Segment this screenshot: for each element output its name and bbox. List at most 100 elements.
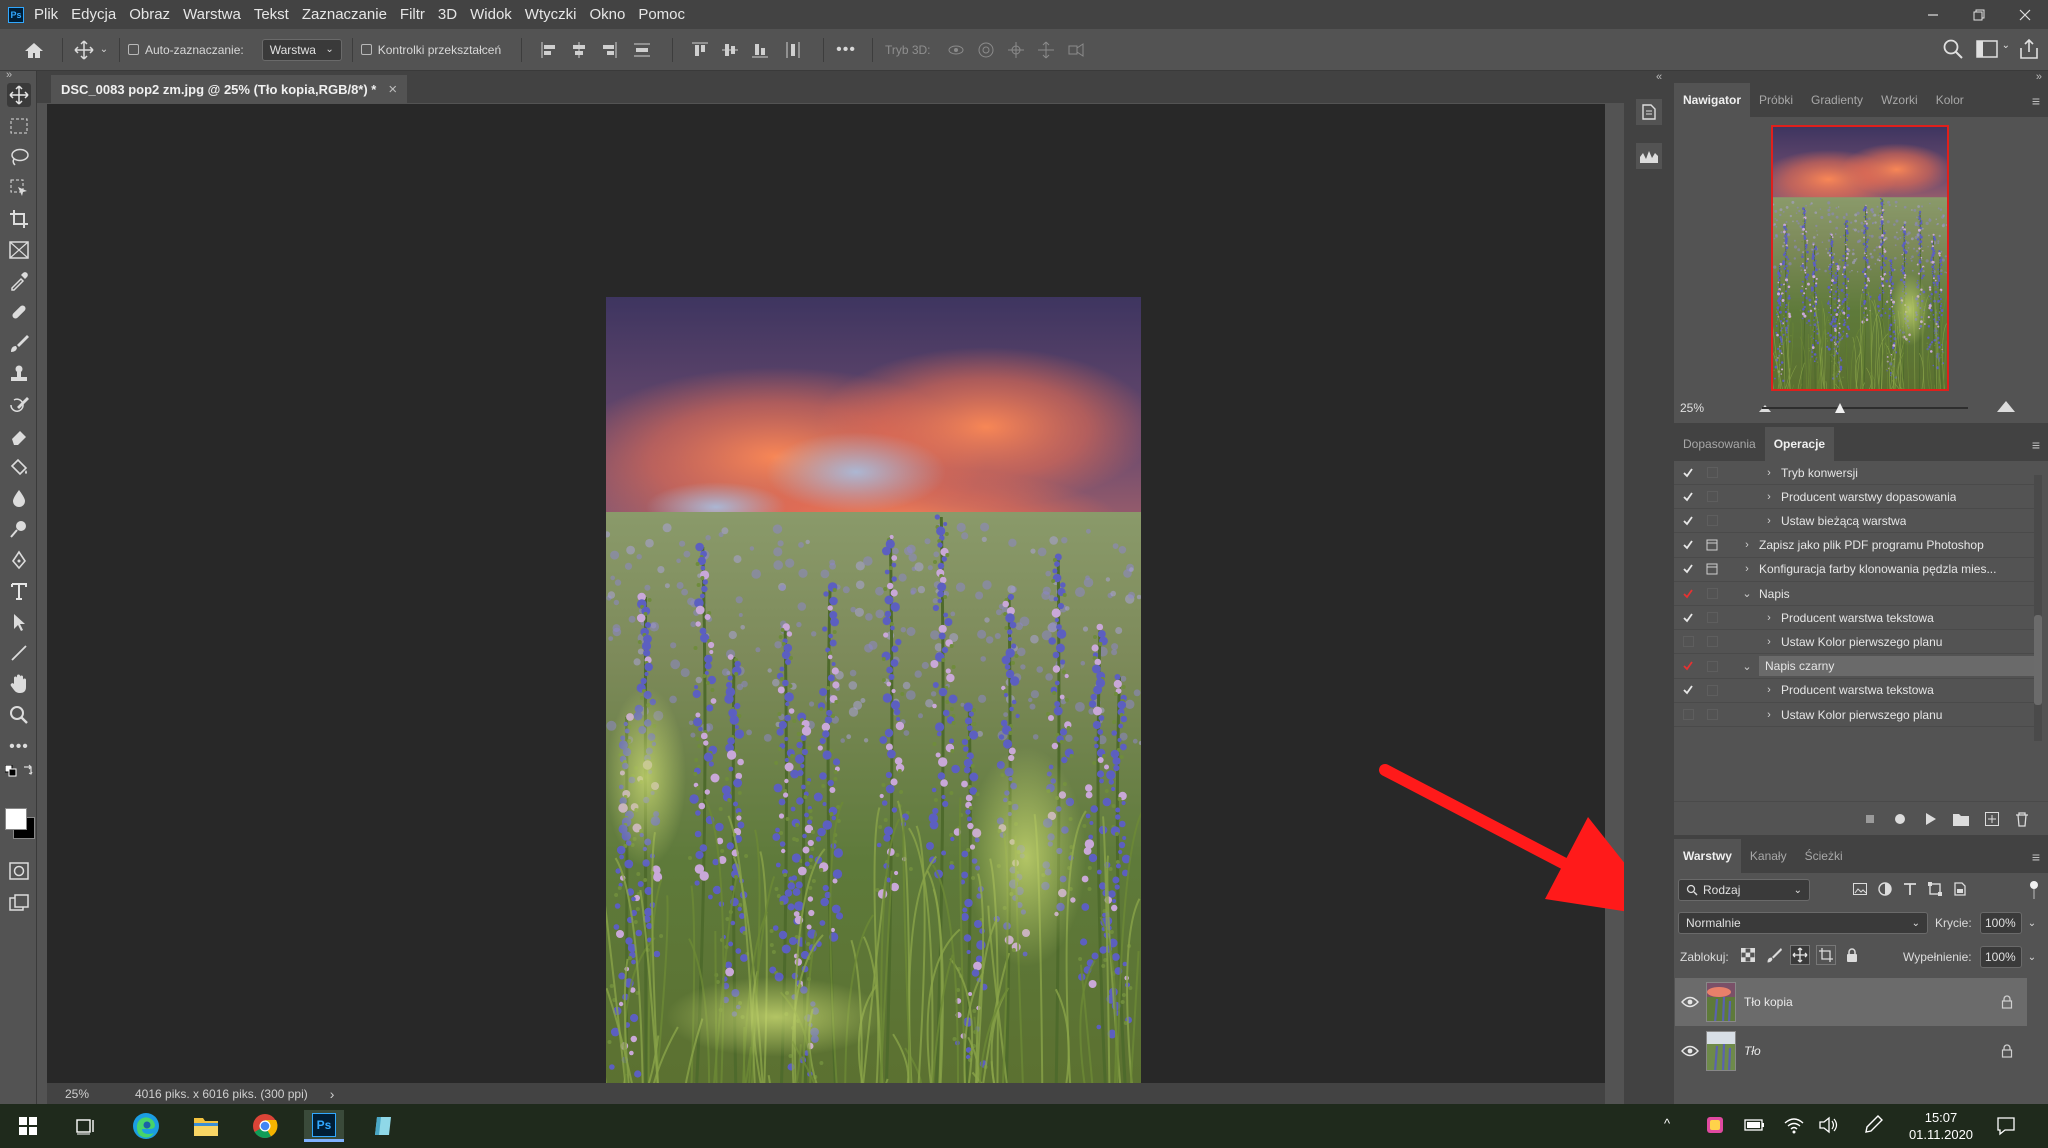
workspace-icon[interactable] (1976, 40, 1998, 58)
zoom-tool-icon[interactable] (7, 703, 31, 727)
menu-filtr[interactable]: Filtr (400, 6, 425, 23)
collapse-icon[interactable]: « (1656, 71, 1662, 83)
chevron-right-icon[interactable]: › (1739, 563, 1755, 575)
type-tool-icon[interactable] (7, 579, 31, 603)
play-icon[interactable] (1922, 811, 1938, 827)
layer-row[interactable]: Tło (1675, 1027, 2027, 1075)
blend-mode-dropdown[interactable]: Normalnie ⌄ (1678, 912, 1928, 934)
action-row[interactable]: ⌄ Napis czarny (1674, 655, 2034, 679)
eraser-tool-icon[interactable] (7, 424, 31, 448)
screen-mode-icon[interactable] (7, 891, 31, 915)
photoshop-app-icon[interactable]: Ps (8, 6, 24, 23)
action-row[interactable]: ⌄ Napis (1674, 582, 2034, 606)
roll-3d-icon[interactable] (971, 41, 1001, 59)
layer-thumbnail[interactable] (1706, 982, 1736, 1022)
tab-dopasowania[interactable]: Dopasowania (1674, 427, 1765, 461)
new-set-folder-icon[interactable] (1952, 811, 1970, 827)
layer-name[interactable]: Tło kopia (1744, 995, 2001, 1009)
restore-button[interactable] (1956, 0, 2002, 29)
action-row[interactable]: › Tryb konwersji (1674, 461, 2034, 485)
pan-3d-icon[interactable] (1001, 41, 1031, 59)
pen-input-icon[interactable] (1862, 1114, 1884, 1136)
histogram-panel-icon[interactable] (1636, 143, 1662, 169)
fill-input[interactable]: 100% (1980, 946, 2022, 968)
lock-position-icon[interactable] (1790, 945, 1810, 965)
notifications-icon[interactable] (1996, 1116, 2016, 1136)
chevron-down-icon[interactable]: ⌄ (2024, 947, 2040, 967)
dialog-toggle-empty[interactable] (1703, 684, 1721, 696)
tab-wzorki[interactable]: Wzorki (1872, 83, 1927, 117)
shape-filter-icon[interactable] (1927, 881, 1943, 897)
panel-menu-icon[interactable]: ≡ (2032, 93, 2040, 109)
menu-3d[interactable]: 3D (438, 6, 457, 23)
chevron-right-icon[interactable]: › (1761, 491, 1777, 503)
navigator-zoom-thumb[interactable] (1834, 402, 1846, 414)
frame-tool-icon[interactable] (7, 238, 31, 262)
tab-sciezki[interactable]: Ścieżki (1796, 839, 1852, 873)
toggle-check-icon[interactable] (1679, 467, 1697, 479)
zoom-level[interactable]: 25% (65, 1087, 125, 1101)
navigator-preview[interactable] (1771, 125, 1949, 391)
adjustment-filter-icon[interactable] (1877, 881, 1893, 897)
pixel-filter-icon[interactable] (1852, 881, 1868, 897)
info-menu-arrow[interactable]: › (330, 1086, 335, 1102)
zoom-in-icon[interactable] (1996, 399, 2016, 413)
record-icon[interactable] (1892, 811, 1908, 827)
lock-artboard-icon[interactable] (1816, 945, 1836, 965)
default-colors-icon[interactable] (5, 765, 17, 777)
orbit-3d-icon[interactable] (941, 41, 971, 59)
minimize-button[interactable] (1910, 0, 1956, 29)
dialog-toggle-empty[interactable] (1703, 588, 1721, 599)
scale-3d-icon[interactable] (1061, 41, 1091, 59)
marquee-tool-icon[interactable] (7, 114, 31, 138)
new-action-icon[interactable] (1984, 811, 2000, 827)
align-top-icon[interactable] (685, 41, 715, 59)
align-bottom-icon[interactable] (745, 41, 775, 59)
menu-edycja[interactable]: Edycja (71, 6, 116, 23)
search-icon[interactable] (1942, 38, 1964, 60)
tab-nawigator[interactable]: Nawigator (1674, 83, 1751, 117)
action-row[interactable]: › Ustaw bieżącą warstwa (1674, 509, 2034, 534)
history-brush-tool-icon[interactable] (7, 393, 31, 417)
layer-lock-icon[interactable] (2001, 995, 2013, 1009)
type-filter-icon[interactable] (1902, 881, 1918, 897)
lock-pixels-icon[interactable] (1764, 945, 1784, 965)
action-row[interactable]: › Producent warstwy dopasowania (1674, 485, 2034, 510)
distribute-horizontal-icon[interactable] (775, 41, 811, 59)
dialog-toggle-empty[interactable] (1703, 467, 1721, 478)
path-selection-tool-icon[interactable] (7, 610, 31, 634)
navigator-zoom-slider[interactable] (1762, 407, 1968, 409)
action-row[interactable]: › Producent warstwa tekstowa (1674, 679, 2034, 703)
dialog-toggle-empty[interactable] (1703, 612, 1721, 624)
chevron-down-icon[interactable]: ⌄ (2024, 913, 2040, 933)
tab-kolor[interactable]: Kolor (1927, 83, 1973, 117)
toggle-check-icon[interactable] (1679, 660, 1697, 672)
toggle-check-icon[interactable] (1679, 684, 1697, 696)
paint-bucket-tool-icon[interactable] (7, 455, 31, 479)
align-middle-icon[interactable] (715, 41, 745, 59)
more-tools-icon[interactable]: ••• (7, 735, 31, 759)
eye-visibility-icon[interactable] (1681, 1045, 1699, 1057)
lasso-tool-icon[interactable] (7, 145, 31, 169)
chevron-down-icon[interactable]: ⌄ (2002, 40, 2010, 51)
collapse-icon[interactable]: » (6, 69, 12, 81)
dialog-toggle-empty[interactable] (1703, 491, 1721, 503)
menu-widok[interactable]: Widok (470, 6, 512, 23)
document-image[interactable] (606, 297, 1141, 1099)
tab-operacje[interactable]: Operacje (1764, 427, 1835, 461)
blur-tool-icon[interactable] (7, 486, 31, 510)
action-row[interactable]: › Ustaw Kolor pierwszego planu (1674, 630, 2034, 655)
panel-menu-icon[interactable]: ≡ (2032, 437, 2040, 453)
menu-zaznaczanie[interactable]: Zaznaczanie (302, 6, 387, 23)
chrome-icon[interactable] (245, 1110, 285, 1142)
document-tab[interactable]: DSC_0083 pop2 zm.jpg @ 25% (Tło kopia,RG… (51, 75, 408, 103)
chevron-right-icon[interactable]: › (1739, 539, 1755, 551)
menu-wtyczki[interactable]: Wtyczki (525, 6, 577, 23)
dialog-toggle-empty[interactable] (1703, 709, 1721, 720)
dialog-toggle-empty[interactable] (1703, 636, 1721, 648)
hand-tool-icon[interactable] (7, 672, 31, 696)
share-icon[interactable] (2018, 38, 2040, 60)
history-panel-icon[interactable] (1636, 99, 1662, 125)
toggle-check-empty[interactable] (1679, 709, 1697, 720)
chevron-down-icon[interactable]: ⌄ (1739, 587, 1755, 600)
